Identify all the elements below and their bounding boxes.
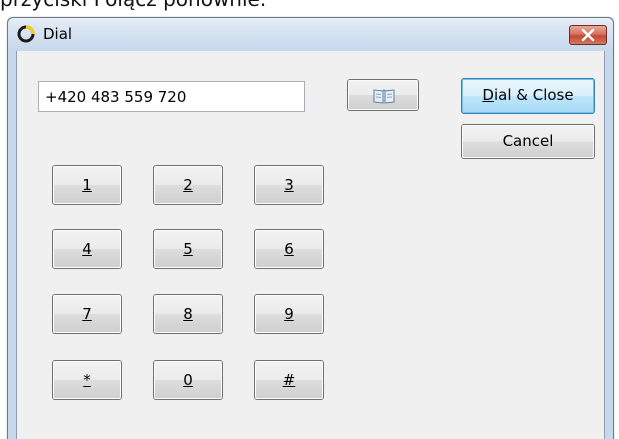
close-x-icon [581, 29, 595, 41]
phonebook-button[interactable] [347, 79, 419, 111]
key-star[interactable]: * [52, 360, 122, 400]
key-8[interactable]: 8 [153, 294, 223, 334]
cancel-button[interactable]: Cancel [461, 124, 595, 159]
key-6[interactable]: 6 [254, 229, 324, 269]
dial-close-button[interactable]: Dial & Close [461, 78, 595, 114]
ring-logo-icon [17, 25, 35, 43]
close-button[interactable] [569, 25, 607, 45]
dial-dialog: Dial Dial & Close [7, 17, 614, 439]
phonebook-icon [373, 89, 395, 104]
key-4[interactable]: 4 [52, 229, 122, 269]
background-caption: przyciski Połącz ponownie. [0, 0, 266, 10]
key-0[interactable]: 0 [153, 360, 223, 400]
phone-number-input[interactable] [38, 81, 305, 112]
key-hash[interactable]: # [254, 360, 324, 400]
key-3[interactable]: 3 [254, 165, 324, 205]
title-bar[interactable]: Dial [8, 18, 613, 51]
key-1[interactable]: 1 [52, 165, 122, 205]
key-7[interactable]: 7 [52, 294, 122, 334]
key-9[interactable]: 9 [254, 294, 324, 334]
key-2[interactable]: 2 [153, 165, 223, 205]
cancel-label: Cancel [502, 132, 554, 150]
dialog-client-area: Dial & Close Cancel 1 2 3 4 5 6 7 8 9 * … [16, 51, 605, 439]
key-5[interactable]: 5 [153, 229, 223, 269]
window-title: Dial [43, 25, 73, 43]
page: przyciski Połącz ponownie. Dial [0, 0, 619, 439]
dial-close-label: Dial & Close [482, 86, 574, 104]
